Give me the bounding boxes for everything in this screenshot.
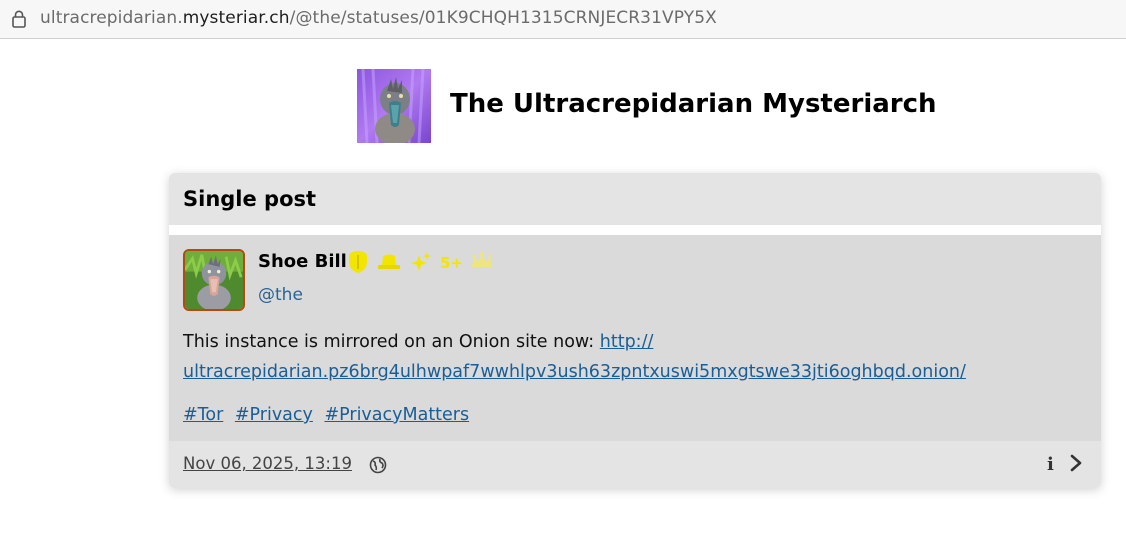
crown-badge-icon: [472, 252, 492, 267]
url-path: /@the/statuses/01K9CHQH1315CRNJECR31VPY5…: [289, 8, 717, 28]
card-heading: Single post: [183, 187, 317, 211]
sparkle-badge-icon: [411, 252, 431, 271]
hashtag-tor[interactable]: #Tor: [183, 405, 223, 425]
card-header: Single post: [169, 173, 1101, 225]
svg-text:5+: 5+: [440, 254, 463, 272]
post-body: Shoe Bill 5+ @the This instance is mirro…: [169, 235, 1101, 441]
globe-icon: [369, 456, 387, 474]
lock-icon: [12, 10, 26, 28]
single-post-card: Single post Shoe Bill 5+ @the This insta…: [169, 173, 1101, 488]
chevron-right-icon[interactable]: [1068, 453, 1084, 473]
site-avatar[interactable]: [357, 69, 431, 143]
url-subdomain: ultracrepidarian.: [40, 8, 183, 28]
status-content: This instance is mirrored on an Onion si…: [183, 327, 1083, 387]
info-icon[interactable]: i: [1047, 454, 1054, 475]
hashtag-privacy[interactable]: #Privacy: [235, 405, 313, 425]
post-footer: Nov 06, 2025, 13:19 i: [169, 441, 1101, 488]
hat-badge-icon: [378, 254, 400, 269]
onion-link-line2: ultracrepidarian.pz6brg4ulhwpaf7wwhlpv3u…: [183, 362, 966, 382]
author-avatar[interactable]: [183, 249, 245, 311]
shield-badge-icon: [349, 251, 367, 273]
hashtags: #Tor #Privacy #PrivacyMatters: [183, 405, 475, 425]
hashtag-privacymatters[interactable]: #PrivacyMatters: [324, 405, 469, 425]
onion-link-line1: http://: [599, 332, 654, 352]
post-timestamp[interactable]: Nov 06, 2025, 13:19: [183, 454, 352, 473]
author-display-name[interactable]: Shoe Bill: [258, 251, 347, 272]
url-domain: mysteriar.ch: [182, 8, 290, 28]
browser-url-bar[interactable]: ultracrepidarian.mysteriar.ch/@the/statu…: [0, 0, 1126, 39]
five-plus-badge-icon: 5+: [440, 254, 463, 272]
url-text[interactable]: ultracrepidarian.mysteriar.ch/@the/statu…: [40, 8, 717, 28]
author-handle[interactable]: @the: [258, 285, 303, 305]
site-title[interactable]: The Ultracrepidarian Mysteriarch: [450, 89, 937, 119]
status-text: This instance is mirrored on an Onion si…: [183, 332, 600, 352]
